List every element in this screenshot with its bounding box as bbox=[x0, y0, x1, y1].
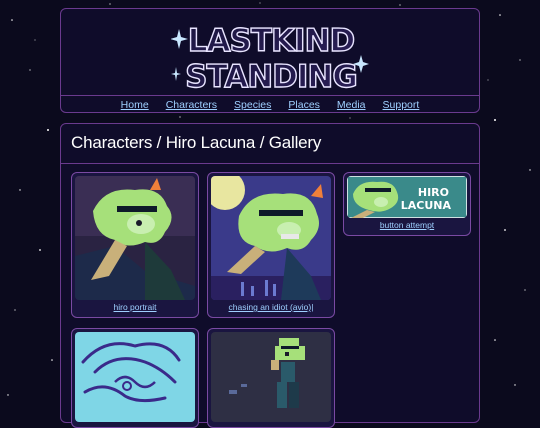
site-header: LASTKIND STANDING Home Characters Specie… bbox=[60, 8, 480, 113]
nav-support[interactable]: Support bbox=[383, 99, 420, 111]
gallery-item-5[interactable] bbox=[207, 328, 335, 428]
nav-species[interactable]: Species bbox=[234, 99, 271, 111]
gallery-image-4[interactable] bbox=[75, 332, 195, 422]
gallery-item-4[interactable] bbox=[71, 328, 199, 428]
button-text-2: LACUNA bbox=[401, 199, 452, 212]
gallery-image-1[interactable] bbox=[75, 176, 195, 300]
logo-line2: STANDING bbox=[185, 59, 357, 95]
title-divider bbox=[61, 163, 479, 164]
gallery-panel: Characters / Hiro Lacuna / Gallery hiro … bbox=[60, 123, 480, 428]
main-nav: Home Characters Species Places Media Sup… bbox=[61, 95, 479, 114]
gallery-image-5[interactable] bbox=[211, 332, 331, 422]
gallery-item-1[interactable]: hiro portrait bbox=[71, 172, 199, 318]
gallery-image-2[interactable] bbox=[211, 176, 331, 300]
site-logo[interactable]: LASTKIND STANDING bbox=[171, 15, 371, 95]
gallery-caption-3[interactable]: button attempt bbox=[344, 220, 470, 230]
nav-places[interactable]: Places bbox=[288, 99, 320, 111]
gallery-caption-1[interactable]: hiro portrait bbox=[72, 302, 198, 312]
nav-media[interactable]: Media bbox=[337, 99, 366, 111]
button-text-1: HIRO bbox=[418, 186, 449, 199]
page-title: Characters / Hiro Lacuna / Gallery bbox=[71, 133, 322, 152]
gallery-item-3[interactable]: HIRO LACUNA button attempt bbox=[343, 172, 471, 236]
gallery-image-3[interactable]: HIRO LACUNA bbox=[347, 176, 467, 218]
nav-characters[interactable]: Characters bbox=[166, 99, 217, 111]
nav-home[interactable]: Home bbox=[121, 99, 149, 111]
gallery-item-2[interactable]: chasing an idiot (avio)| bbox=[207, 172, 335, 318]
logo-line1: LASTKIND bbox=[188, 23, 355, 59]
gallery-caption-2[interactable]: chasing an idiot (avio)| bbox=[208, 302, 334, 312]
